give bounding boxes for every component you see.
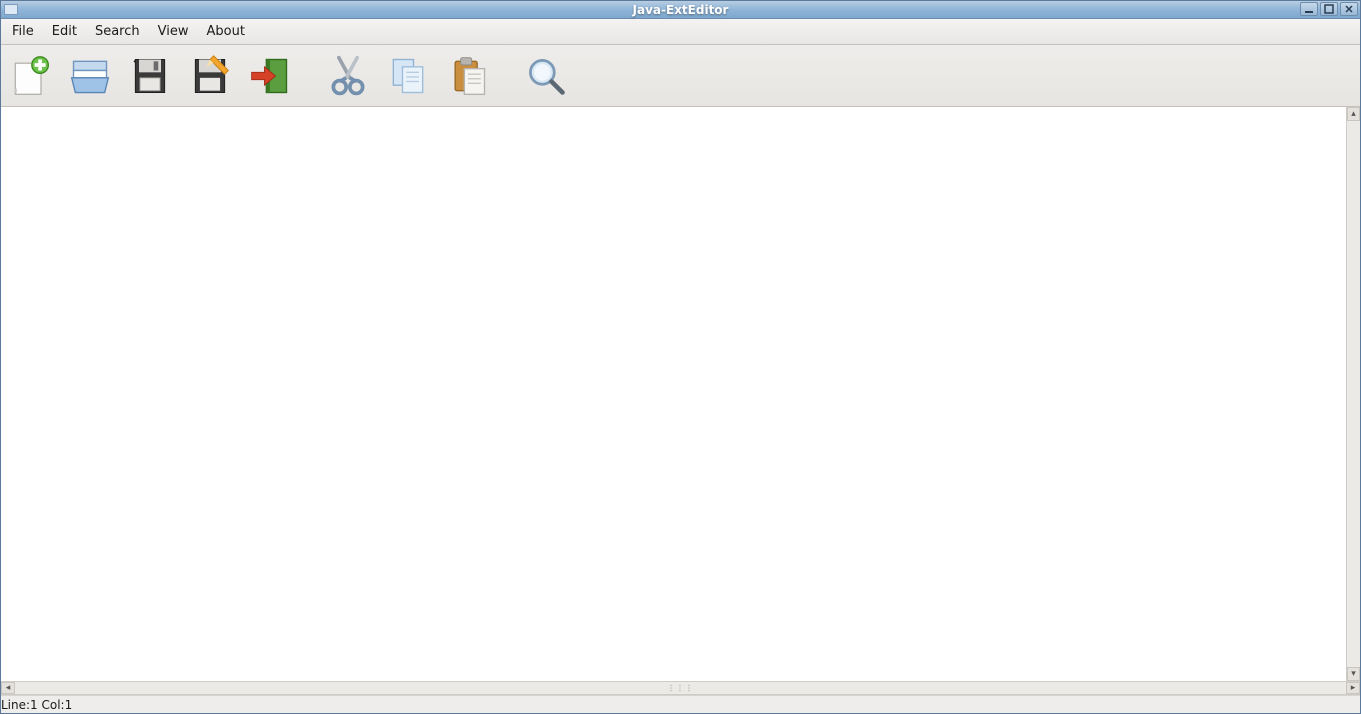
scissors-icon [326, 54, 370, 98]
scroll-left-icon[interactable]: ◂ [1, 682, 15, 694]
magnifier-icon [524, 54, 568, 98]
scroll-right-icon[interactable]: ▸ [1346, 682, 1360, 694]
window-controls [1300, 2, 1358, 16]
new-file-button[interactable] [5, 51, 55, 101]
save-button[interactable] [125, 51, 175, 101]
open-folder-icon [68, 54, 112, 98]
statusbar: Line:1 Col:1 [1, 695, 1360, 713]
application-window: Java-ExtEditor File Edit Search View Abo… [0, 0, 1361, 714]
scroll-up-icon[interactable]: ▴ [1347, 107, 1360, 121]
copy-icon [386, 54, 430, 98]
copy-button[interactable] [383, 51, 433, 101]
new-file-icon [8, 54, 52, 98]
scroll-down-icon[interactable]: ▾ [1347, 667, 1360, 681]
text-editor[interactable] [1, 107, 1346, 681]
horizontal-scrollbar[interactable]: ◂ ⋮⋮⋮ ▸ [1, 681, 1360, 695]
minimize-button[interactable] [1300, 2, 1318, 16]
menu-view[interactable]: View [149, 21, 198, 42]
find-button[interactable] [521, 51, 571, 101]
exit-icon [248, 54, 292, 98]
save-icon [128, 54, 172, 98]
save-as-button[interactable] [185, 51, 235, 101]
close-button[interactable] [1340, 2, 1358, 16]
menu-search[interactable]: Search [86, 21, 149, 42]
vertical-scrollbar[interactable]: ▴ ▾ [1346, 107, 1360, 681]
save-as-icon [188, 54, 232, 98]
menu-about[interactable]: About [197, 21, 253, 42]
maximize-button[interactable] [1320, 2, 1338, 16]
cut-button[interactable] [323, 51, 373, 101]
cursor-position: Line:1 Col:1 [1, 698, 72, 712]
close-file-button[interactable] [245, 51, 295, 101]
open-file-button[interactable] [65, 51, 115, 101]
toolbar [1, 45, 1360, 107]
editor-area: ▴ ▾ [1, 107, 1360, 681]
app-icon [4, 4, 18, 15]
titlebar: Java-ExtEditor [1, 1, 1360, 19]
paste-button[interactable] [443, 51, 493, 101]
menubar: File Edit Search View About [1, 19, 1360, 45]
paste-icon [446, 54, 490, 98]
menu-file[interactable]: File [3, 21, 43, 42]
scrollbar-track[interactable]: ⋮⋮⋮ [15, 682, 1346, 694]
window-title: Java-ExtEditor [633, 3, 729, 17]
menu-edit[interactable]: Edit [43, 21, 86, 42]
